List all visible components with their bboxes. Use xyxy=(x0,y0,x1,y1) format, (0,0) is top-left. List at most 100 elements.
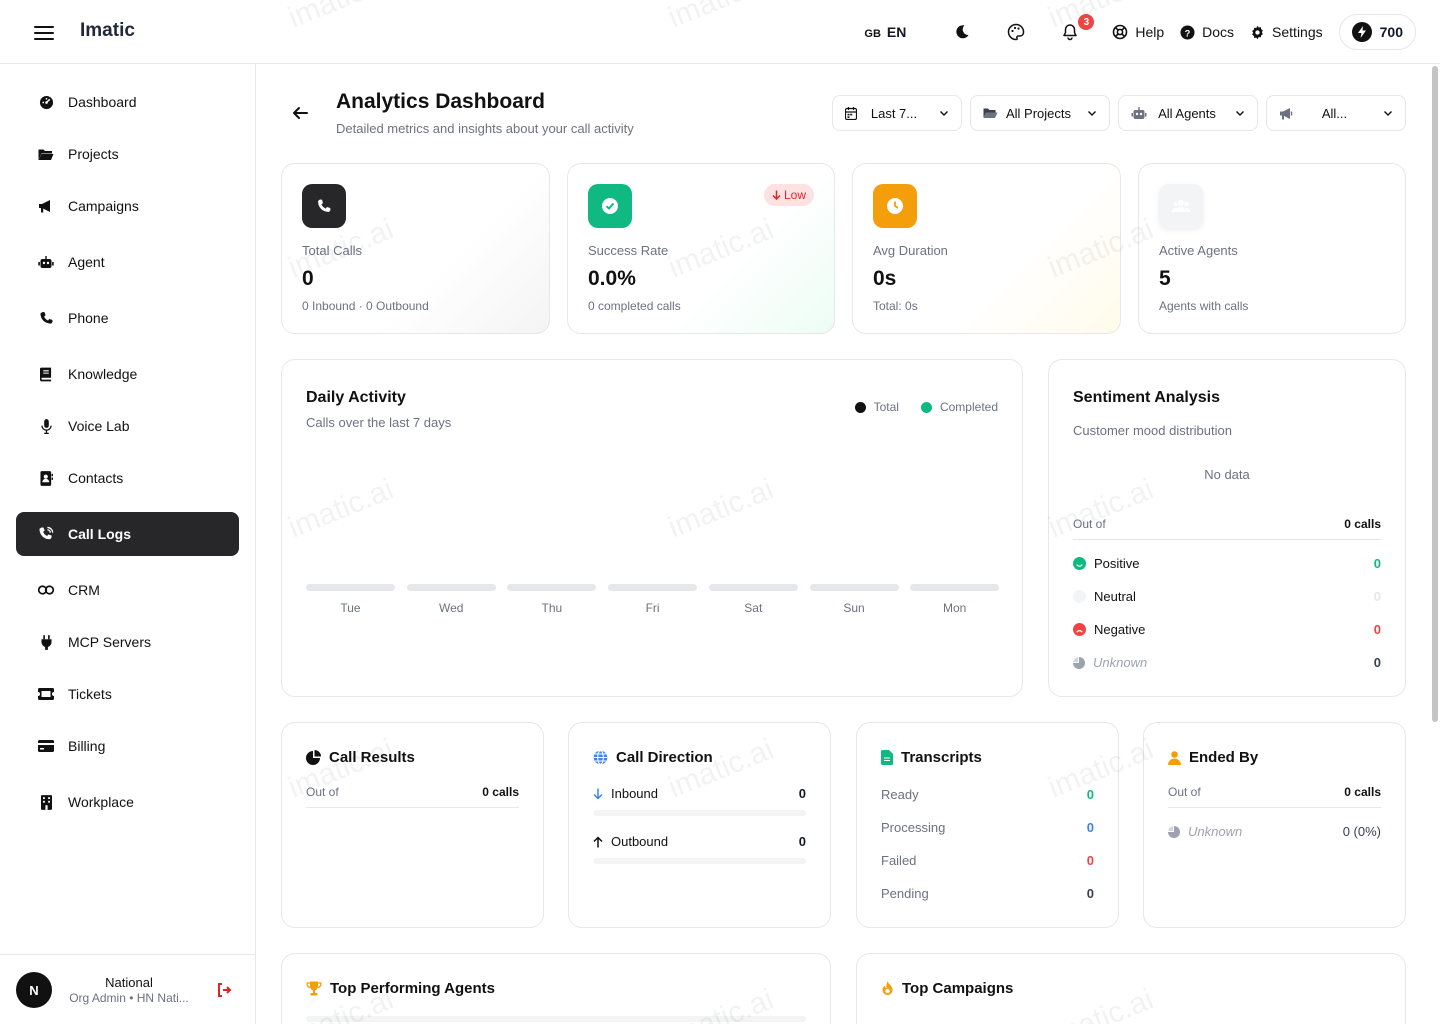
calendar-icon xyxy=(845,106,857,120)
sentiment-value: 0 xyxy=(1373,589,1381,604)
sidebar-item-phone[interactable]: Phone xyxy=(16,296,239,340)
lifebuoy-icon xyxy=(1113,24,1128,40)
ended-by-out-of: Out of 0 calls xyxy=(1168,785,1381,808)
docs-link[interactable]: ? Docs xyxy=(1180,24,1234,40)
top-campaigns-title-row: Top Campaigns xyxy=(881,980,1013,997)
campaign-filter[interactable]: All... xyxy=(1266,95,1406,131)
sidebar-item-knowledge[interactable]: Knowledge xyxy=(16,352,239,396)
sidebar-item-projects[interactable]: Projects xyxy=(16,132,239,176)
date-range-filter[interactable]: Last 7... xyxy=(832,95,962,131)
out-of-value: 0 calls xyxy=(1344,517,1381,531)
language-code: EN xyxy=(886,24,907,40)
chevron-down-icon xyxy=(1088,111,1096,116)
sidebar-item-workplace[interactable]: Workplace xyxy=(16,780,239,824)
credits-badge[interactable]: 700 xyxy=(1338,14,1416,50)
day-label: Wed xyxy=(438,601,464,615)
sidebar-item-dashboard[interactable]: Dashboard xyxy=(16,80,239,124)
transcripts-title: Transcripts xyxy=(901,749,982,766)
sentiment-title: Sentiment Analysis xyxy=(1073,389,1221,406)
transcript-value: 0 xyxy=(1086,820,1094,835)
sidebar-item-tickets[interactable]: Tickets xyxy=(16,672,239,716)
svg-text:?: ? xyxy=(1185,28,1191,38)
sidebar-item-label: Agent xyxy=(68,254,105,270)
agent-filter[interactable]: All Agents xyxy=(1118,95,1258,131)
pie-chart-icon xyxy=(1073,656,1085,669)
sidebar-item-label: MCP Servers xyxy=(68,634,151,650)
gear-icon xyxy=(1252,25,1263,39)
dark-mode-toggle[interactable] xyxy=(950,20,974,44)
theme-button[interactable] xyxy=(1004,20,1028,44)
pie-chart-icon xyxy=(1168,825,1180,838)
sidebar-item-mcp-servers[interactable]: MCP Servers xyxy=(16,620,239,664)
day-bar xyxy=(910,584,1000,591)
user-panel: N National Org Admin • HN Nati... xyxy=(0,954,256,1024)
sidebar-item-label: Tickets xyxy=(68,686,112,702)
sidebar-item-label: Campaigns xyxy=(68,198,139,214)
day-label: Tue xyxy=(340,601,361,615)
out-of-value: 0 calls xyxy=(1344,785,1381,799)
sentiment-out-of: Out of 0 calls xyxy=(1073,517,1381,540)
status-badge: Low xyxy=(763,184,814,206)
success-rate-card: Low Success Rate 0.0% 0 completed calls xyxy=(567,163,835,334)
sentiment-label: Neutral xyxy=(1094,589,1136,604)
folder-open-icon xyxy=(983,108,998,118)
top-bar: Imatic GB EN 3 Help ? Docs Settings 700 xyxy=(0,0,1440,64)
logout-icon[interactable] xyxy=(216,982,232,998)
sentiment-value: 0 xyxy=(1373,655,1381,670)
flag-icon: GB xyxy=(864,28,881,40)
campaign-filter-value: All... xyxy=(1321,105,1348,121)
sentiment-card: Sentiment Analysis Customer mood distrib… xyxy=(1048,359,1406,697)
chevron-down-icon xyxy=(1384,111,1392,116)
call-results-title-row: Call Results xyxy=(306,749,415,766)
sidebar-item-billing[interactable]: Billing xyxy=(16,724,239,768)
main-scrollbar[interactable] xyxy=(1432,66,1438,722)
chart-legend: Total Completed xyxy=(841,400,998,414)
out-of-value: 0 calls xyxy=(482,785,519,799)
brand-name: Imatic xyxy=(80,20,135,41)
notifications-button[interactable]: 3 xyxy=(1058,14,1095,44)
bell-icon xyxy=(1063,24,1078,41)
page-title: Analytics Dashboard xyxy=(336,90,545,113)
back-arrow-icon[interactable] xyxy=(290,103,310,123)
phone-icon xyxy=(38,310,54,326)
sidebar: N National Org Admin • HN Nati... Dashbo… xyxy=(0,64,256,1024)
clock-icon xyxy=(873,184,917,228)
language-selector[interactable]: GB EN xyxy=(864,24,906,40)
sidebar-item-voice-lab[interactable]: Voice Lab xyxy=(16,404,239,448)
transcript-label: Failed xyxy=(881,853,917,868)
dashboard-icon xyxy=(38,94,54,110)
avatar[interactable]: N xyxy=(16,972,52,1008)
palette-icon xyxy=(1008,23,1025,41)
sidebar-item-contacts[interactable]: Contacts xyxy=(16,456,239,500)
sidebar-item-call-logs[interactable]: Call Logs xyxy=(16,512,239,556)
sidebar-item-campaigns[interactable]: Campaigns xyxy=(16,184,239,228)
date-range-value: Last 7... xyxy=(870,105,918,121)
globe-icon xyxy=(593,750,608,765)
help-link[interactable]: Help xyxy=(1112,24,1164,40)
day-label: Sat xyxy=(744,601,763,615)
transcript-label: Ready xyxy=(881,787,919,802)
ended-by-card: Ended By Out of 0 calls Unknown 0 (0%) xyxy=(1143,722,1406,928)
sentiment-label: Unknown xyxy=(1093,655,1148,670)
call-direction-title: Call Direction xyxy=(616,749,713,766)
top-agents-card: Top Performing Agents xyxy=(281,953,831,1024)
legend-item-completed: Completed xyxy=(920,400,998,414)
phone-volume-icon xyxy=(38,526,54,542)
legend-label: Total xyxy=(873,400,899,414)
avg-duration-card: Avg Duration 0s Total: 0s xyxy=(852,163,1121,334)
top-actions: GB EN 3 Help ? Docs Settings 700 xyxy=(864,14,1416,50)
transcript-label: Pending xyxy=(881,886,929,901)
project-filter[interactable]: All Projects xyxy=(970,95,1110,131)
sidebar-item-label: Projects xyxy=(68,146,119,162)
robot-icon xyxy=(38,254,54,270)
menu-icon[interactable] xyxy=(34,22,54,42)
help-label: Help xyxy=(1135,24,1165,40)
direction-row-outbound: Outbound 0 xyxy=(593,834,806,849)
sentiment-row-unknown: Unknown 0 xyxy=(1073,655,1381,670)
sidebar-item-agent[interactable]: Agent xyxy=(16,240,239,284)
settings-link[interactable]: Settings xyxy=(1250,24,1323,40)
day-bar xyxy=(306,584,395,591)
link-icon xyxy=(38,582,54,598)
sidebar-item-crm[interactable]: CRM xyxy=(16,568,239,612)
phone-icon xyxy=(302,184,346,228)
